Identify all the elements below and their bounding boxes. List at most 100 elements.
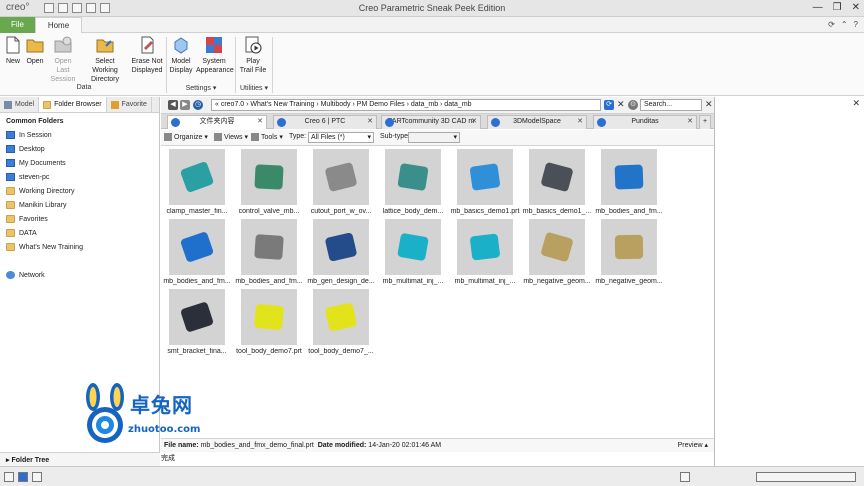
close-tab-icon[interactable]: ✕ xyxy=(367,116,373,128)
close-tab-icon[interactable]: ✕ xyxy=(257,116,263,128)
browser-status: 完成 xyxy=(161,455,175,462)
file-thumbnail[interactable]: mb_negative_geom... xyxy=(521,219,593,285)
forward-button[interactable]: ▶ xyxy=(180,100,190,110)
erase-not-displayed-button[interactable]: Erase Not Displayed xyxy=(131,36,163,75)
part-shape xyxy=(179,160,215,194)
tab-file[interactable]: File xyxy=(0,17,35,33)
part-preview-image xyxy=(457,149,513,205)
close-browser-button[interactable]: ✕ xyxy=(705,99,713,110)
new-button[interactable]: New xyxy=(4,36,22,66)
file-thumbnail[interactable]: tool_body_demo7.prt xyxy=(233,289,305,355)
help-icon[interactable]: ? xyxy=(854,20,858,29)
last-session-icon xyxy=(54,36,72,53)
browser-tab[interactable]: 3DModelSpace ✕ xyxy=(487,115,587,129)
search-input[interactable]: Search... xyxy=(640,99,702,111)
stop-icon[interactable]: ✕ xyxy=(617,99,625,110)
system-appearance-button[interactable]: System Appearance xyxy=(196,36,234,75)
common-folder-item[interactable]: Manikin Library xyxy=(0,198,159,212)
browser-toggle-icon[interactable] xyxy=(18,472,28,482)
address-bar: ◀ ▶ ◷ « creo7.0 › What's New Training › … xyxy=(161,97,714,114)
close-tab-icon[interactable]: ✕ xyxy=(577,116,583,128)
select-working-directory-button[interactable]: Select Working Directory xyxy=(82,36,128,84)
close-tab-icon[interactable]: ✕ xyxy=(471,116,477,128)
folder-icon xyxy=(6,187,15,195)
refresh-icon[interactable]: ⟳ xyxy=(604,100,614,110)
common-folder-item[interactable]: Desktop xyxy=(0,142,159,156)
collapse-ribbon-icon[interactable]: ⌃ xyxy=(841,20,848,29)
computer-icon xyxy=(6,173,15,181)
organize-menu[interactable]: Organize ▾ xyxy=(164,133,208,141)
selection-filter-dropdown[interactable] xyxy=(756,472,856,482)
tab-model[interactable]: Model xyxy=(0,97,40,112)
file-thumbnail[interactable]: mb_basics_demo1_... xyxy=(521,149,593,215)
file-thumbnail[interactable]: mb_multimat_inj_... xyxy=(449,219,521,285)
file-thumbnail[interactable]: smt_bracket_fina... xyxy=(161,289,233,355)
file-thumbnail[interactable]: clamp_master_fin... xyxy=(161,149,233,215)
file-thumbnail[interactable]: mb_multimat_inj_... xyxy=(377,219,449,285)
common-folder-item[interactable]: What's New Training xyxy=(0,240,159,254)
file-thumbnail[interactable]: control_valve_mb... xyxy=(233,149,305,215)
folder-icon xyxy=(43,100,52,109)
sync-icon[interactable]: ⟳ xyxy=(828,20,835,29)
browser-tab[interactable]: PARTcommunity 3D CAD m ✕ xyxy=(381,115,481,129)
browser-tab[interactable]: Creo 6 | PTC ✕ xyxy=(273,115,377,129)
settings-group-label[interactable]: Settings ▾ xyxy=(176,84,226,92)
close-button[interactable]: ✕ xyxy=(852,2,860,13)
tab-folder-browser[interactable]: Folder Browser xyxy=(39,97,107,112)
utilities-group-label[interactable]: Utilities ▾ xyxy=(236,84,272,92)
file-thumbnail[interactable]: mb_gen_design_de... xyxy=(305,219,377,285)
ribbon-separator xyxy=(166,37,167,93)
new-tab-button[interactable]: + xyxy=(699,115,711,129)
common-folder-item[interactable]: Working Directory xyxy=(0,184,159,198)
address-path[interactable]: « creo7.0 › What's New Training › Multib… xyxy=(211,99,601,111)
session-icon xyxy=(6,131,15,139)
common-folder-item[interactable]: Favorites xyxy=(0,212,159,226)
file-name-label: control_valve_mb... xyxy=(238,208,300,215)
data-group-label: Data xyxy=(76,84,92,91)
preview-toggle[interactable]: Preview ▴ xyxy=(678,439,708,452)
model-display-button[interactable]: Model Display xyxy=(169,36,193,75)
open-button[interactable]: Open xyxy=(24,36,46,66)
subtype-select[interactable]: ▾ xyxy=(408,132,460,143)
play-trail-file-button[interactable]: Play Trail File xyxy=(239,36,267,75)
browser-tabs: 文件夹内容 ✕ Creo 6 | PTC ✕ PARTcommunity 3D CAD … xyxy=(161,114,714,129)
folder-tree-toggle[interactable]: ▸ Folder Tree xyxy=(0,452,160,466)
file-thumbnail[interactable]: mb_bodies_and_fm... xyxy=(161,219,233,285)
browser-tab[interactable]: Punditas ✕ xyxy=(593,115,697,129)
part-preview-image xyxy=(169,219,225,275)
tab-favorite[interactable]: Favorite xyxy=(107,97,152,112)
common-folder-item[interactable]: In Session xyxy=(0,128,159,142)
grid-view-icon[interactable] xyxy=(4,472,14,482)
file-thumbnail[interactable]: mb_negative_geom... xyxy=(593,219,665,285)
file-thumbnail[interactable]: mb_basics_demo1.prt xyxy=(449,149,521,215)
back-button[interactable]: ◀ xyxy=(168,100,178,110)
part-shape xyxy=(540,161,574,193)
common-folder-item[interactable]: My Documents xyxy=(0,156,159,170)
close-tab-icon[interactable]: ✕ xyxy=(687,116,693,128)
views-menu[interactable]: Views ▾ xyxy=(214,133,248,141)
fullscreen-icon[interactable] xyxy=(32,472,42,482)
history-icon[interactable]: ◷ xyxy=(193,100,203,110)
network-item[interactable]: Network xyxy=(0,268,159,282)
file-thumbnail[interactable]: mb_bodies_and_fm... xyxy=(593,149,665,215)
file-thumbnail[interactable]: tool_body_demo7_... xyxy=(305,289,377,355)
file-thumbnail[interactable]: lattice_body_dem... xyxy=(377,149,449,215)
file-name-label: mb_basics_demo1_... xyxy=(522,208,592,215)
common-folder-item[interactable]: steven-pc xyxy=(0,170,159,184)
minimize-button[interactable]: — xyxy=(813,2,823,13)
type-select[interactable]: All Files (*) ▾ xyxy=(308,132,374,143)
tab-home[interactable]: Home xyxy=(35,17,82,34)
selection-filter-icon[interactable] xyxy=(680,472,690,482)
type-label: Type: xyxy=(289,133,307,140)
close-panel-button[interactable]: ✕ xyxy=(852,98,860,109)
open-last-session-button[interactable]: Open Last Session xyxy=(47,36,79,84)
browser-tab[interactable]: 文件夹内容 ✕ xyxy=(167,115,267,129)
restore-button[interactable]: ❐ xyxy=(833,2,842,13)
watermark-url: zhuotoo.com xyxy=(128,424,201,435)
search-options-icon[interactable]: ⊙ xyxy=(628,100,638,110)
common-folder-item[interactable]: DATA xyxy=(0,226,159,240)
tools-menu[interactable]: Tools ▾ xyxy=(251,133,283,141)
file-name-label: cutout_port_w_ov... xyxy=(310,208,372,215)
file-thumbnail[interactable]: cutout_port_w_ov... xyxy=(305,149,377,215)
file-thumbnail[interactable]: mb_bodies_and_fm... xyxy=(233,219,305,285)
